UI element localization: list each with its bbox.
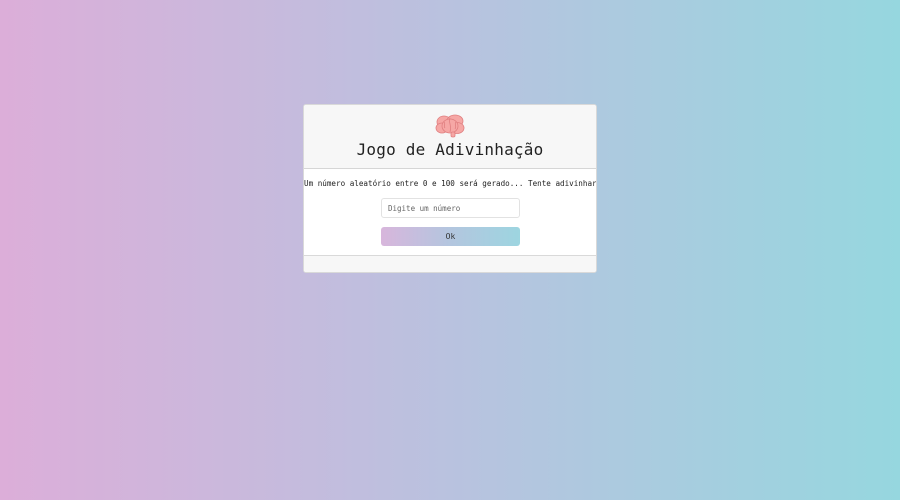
number-input[interactable] — [381, 198, 520, 218]
ok-button[interactable]: Ok — [381, 227, 520, 246]
card-footer — [304, 255, 596, 272]
game-card: Jogo de Adivinhação Um número aleatório … — [303, 104, 597, 273]
card-header: Jogo de Adivinhação — [304, 105, 596, 169]
brain-icon — [435, 114, 465, 138]
page-title: Jogo de Adivinhação — [356, 140, 544, 159]
card-body: Um número aleatório entre 0 e 100 será g… — [304, 169, 596, 255]
game-description: Um número aleatório entre 0 e 100 será g… — [304, 179, 597, 188]
